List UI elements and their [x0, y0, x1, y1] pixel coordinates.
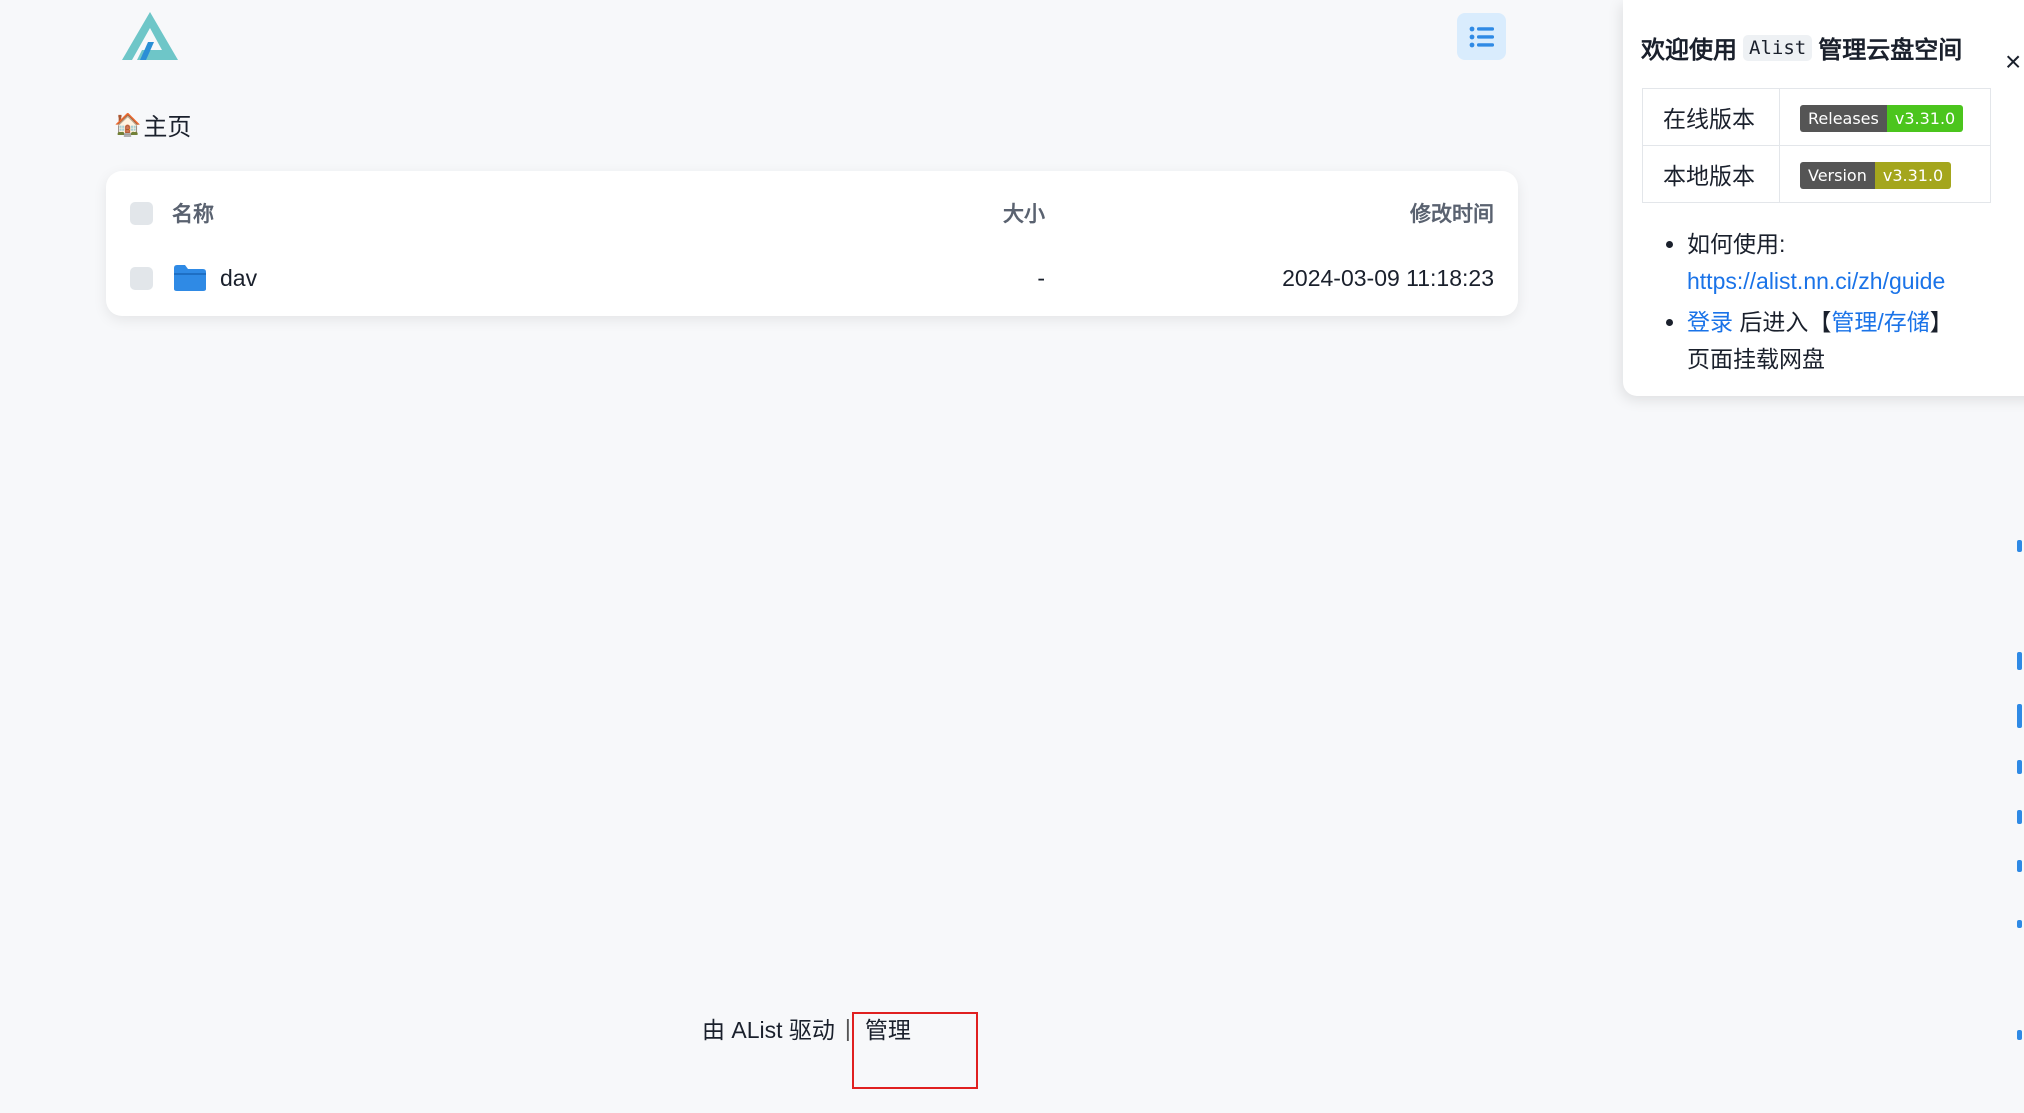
title-code: Alist [1743, 34, 1813, 61]
version-label: 在线版本 [1642, 88, 1780, 146]
highlight-box [852, 1012, 978, 1089]
column-name[interactable]: 名称 [172, 198, 214, 228]
releases-badge[interactable]: Releases v3.31.0 [1800, 104, 1964, 132]
side-toolbar-edge [2017, 520, 2023, 1080]
table-header: 名称 大小 修改时间 [106, 193, 1518, 233]
folder-icon [174, 265, 206, 291]
list-icon [1469, 26, 1494, 47]
select-all-checkbox[interactable] [130, 201, 153, 225]
footer-separator: | [844, 1014, 851, 1041]
guide-link[interactable]: https://alist.nn.ci/zh/guide [1687, 268, 1945, 294]
powered-by[interactable]: 由 AList 驱动 [702, 1011, 835, 1045]
tip-text: 后进入【 [1739, 309, 1832, 335]
home-icon: 🏠 [114, 111, 142, 137]
file-name[interactable]: dav [220, 265, 257, 292]
file-size: - [1037, 264, 1045, 291]
file-list: 名称 大小 修改时间 dav - 2024-03-09 11:18:23 [106, 171, 1518, 316]
badge-left: Version [1800, 161, 1875, 189]
title-prefix: 欢迎使用 [1641, 37, 1737, 64]
version-row: 在线版本 Releases v3.31.0 [1642, 88, 1991, 146]
menu-button[interactable] [1457, 13, 1506, 60]
column-size[interactable]: 大小 [1003, 198, 1045, 228]
badge-left: Releases [1800, 104, 1887, 132]
manage-storage-link[interactable]: 管理/存储 [1831, 309, 1929, 335]
alist-logo-icon[interactable] [118, 8, 182, 64]
badge-right: v3.31.0 [1886, 104, 1964, 132]
list-item: 登录 后进入【管理/存储】 页面挂载网盘 [1687, 304, 2017, 378]
table-row[interactable]: dav - 2024-03-09 11:18:23 [106, 253, 1518, 303]
notice-panel: 欢迎使用 Alist 管理云盘空间 × 在线版本 Releases v3.31.… [1623, 0, 2024, 396]
badge-right: v3.31.0 [1874, 161, 1952, 189]
file-modified: 2024-03-09 11:18:23 [1282, 264, 1494, 291]
list-item: 如何使用: https://alist.nn.ci/zh/guide [1687, 226, 2017, 300]
panel-title: 欢迎使用 Alist 管理云盘空间 [1641, 30, 1962, 65]
tips-list: 如何使用: https://alist.nn.ci/zh/guide 登录 后进… [1637, 226, 2017, 382]
column-modified[interactable]: 修改时间 [1410, 198, 1494, 228]
login-link[interactable]: 登录 [1687, 309, 1733, 335]
tip-text: 】 [1929, 309, 1953, 335]
breadcrumb[interactable]: 🏠 主页 [114, 107, 191, 142]
version-badge[interactable]: Version v3.31.0 [1800, 161, 1952, 189]
version-label: 本地版本 [1642, 145, 1780, 203]
version-table: 在线版本 Releases v3.31.0 本地版本 Version v3.31… [1642, 88, 1991, 203]
version-row: 本地版本 Version v3.31.0 [1642, 145, 1991, 203]
close-icon[interactable]: × [2005, 46, 2021, 78]
breadcrumb-home[interactable]: 主页 [143, 107, 191, 142]
title-suffix: 管理云盘空间 [1818, 37, 1963, 64]
tip-text: 页面挂载网盘 [1687, 346, 1825, 372]
row-checkbox[interactable] [130, 266, 153, 290]
how-to-text: 如何使用: [1687, 231, 1786, 257]
